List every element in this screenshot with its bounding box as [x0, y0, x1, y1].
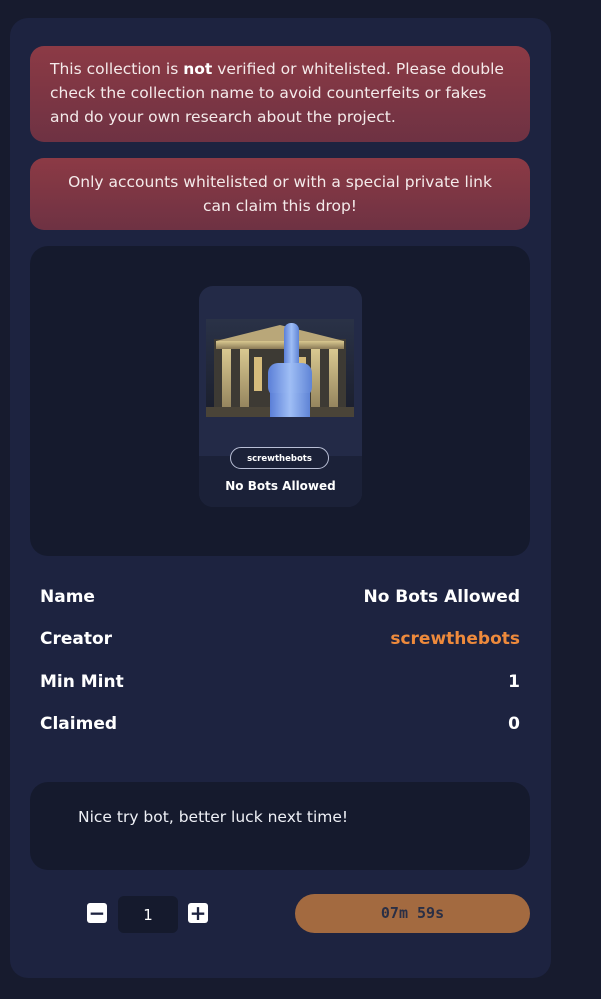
claim-countdown-button[interactable]: 07m 59s [295, 894, 530, 933]
claimed-label: Claimed [40, 714, 118, 734]
decrease-quantity-button[interactable]: − [87, 903, 107, 923]
collection-badge[interactable]: screwthebots [230, 447, 329, 469]
drop-description-box: Nice try bot, better luck next time! [30, 782, 530, 870]
unverified-warning: This collection is not verified or white… [30, 46, 530, 142]
claimed-value: 0 [508, 714, 520, 734]
name-row: Name No Bots Allowed [40, 587, 520, 611]
creator-label: Creator [40, 629, 113, 649]
name-label: Name [40, 587, 95, 607]
claimed-row: Claimed 0 [40, 714, 520, 738]
name-value: No Bots Allowed [363, 587, 520, 607]
nft-card[interactable]: screwthebots No Bots Allowed [199, 286, 362, 507]
nft-title: No Bots Allowed [225, 479, 336, 493]
quantity-input[interactable] [118, 896, 178, 933]
min-mint-label: Min Mint [40, 672, 124, 692]
creator-row: Creator screwthebots [40, 629, 520, 653]
warning-text-prefix: This collection is [50, 60, 184, 78]
warning-emphasis: not [183, 60, 213, 78]
whitelist-warning: Only accounts whitelisted or with a spec… [30, 158, 530, 230]
increase-quantity-button[interactable]: + [188, 903, 208, 923]
nft-preview-area: screwthebots No Bots Allowed [30, 246, 530, 556]
drop-description: Nice try bot, better luck next time! [78, 808, 349, 826]
min-mint-row: Min Mint 1 [40, 672, 520, 696]
drop-panel: This collection is not verified or white… [10, 18, 551, 978]
min-mint-value: 1 [508, 672, 520, 692]
creator-link[interactable]: screwthebots [390, 629, 520, 649]
nft-image [206, 319, 354, 417]
